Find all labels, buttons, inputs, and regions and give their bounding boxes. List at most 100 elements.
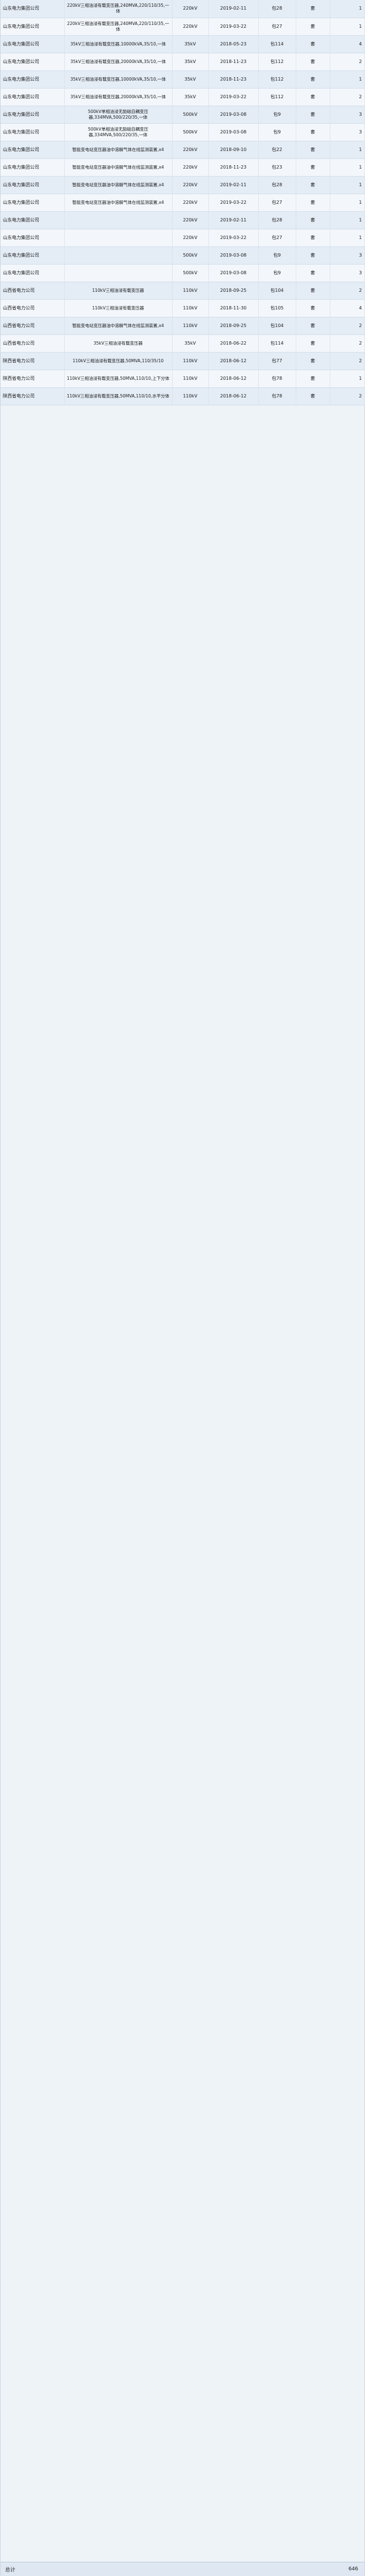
description-cell: 500kV单相油浸无励磁自耦变压器,334MVA,500/220/35,一体	[64, 106, 173, 124]
table-row: 山东电力集团公司 220kV 2019-02-11 包28 套 1	[1, 211, 365, 229]
quantity-cell: 3	[330, 246, 365, 265]
company-cell: 山东电力集团公司	[1, 106, 65, 124]
company-cell: 山东电力集团公司	[1, 264, 65, 282]
quantity-cell: 2	[330, 282, 365, 300]
package-cell: 包104	[258, 317, 296, 335]
table-row: 陕西省电力公司 110kV三相油浸有载变压器,50MVA,110/35/10 110…	[1, 352, 365, 370]
voltage-cell: 110kV	[172, 299, 209, 317]
package-cell: 包28	[258, 0, 296, 18]
date-cell: 2018-06-12	[208, 352, 259, 370]
table-row: 山东电力集团公司 500kV单相油浸无励磁自耦变压器,334MVA,500/220…	[1, 106, 365, 124]
table-row: 山东电力集团公司 35kV三相油浸有载变压器,20000kVA,35/10,一体 3…	[1, 53, 365, 71]
table-row: 山东电力集团公司 35kV三相油浸有载变压器,20000kVA,35/10,一体 3…	[1, 88, 365, 106]
quantity-cell: 1	[330, 229, 365, 247]
table-row: 山东电力集团公司 35kV三相油浸有载变压器,10000kVA,35/10,一体 3…	[1, 70, 365, 89]
date-cell: 2018-06-12	[208, 370, 259, 388]
date-cell: 2019-03-22	[208, 88, 259, 106]
package-cell: 包28	[258, 176, 296, 194]
unit-cell: 套	[296, 299, 330, 317]
unit-cell: 套	[296, 264, 330, 282]
document-page: 山东电力集团公司 220kV三相油浸有载变压器,240MVA,220/110/35…	[0, 0, 365, 2576]
description-cell: 110kV三相油浸有载变压器	[64, 299, 173, 317]
company-cell: 山东电力集团公司	[1, 176, 65, 194]
table-row: 山东电力集团公司 500kV单相油浸无励磁自耦变压器,334MVA,500/220…	[1, 123, 365, 141]
voltage-cell: 35kV	[172, 70, 209, 89]
total-value: 646	[348, 2566, 358, 2572]
unit-cell: 套	[296, 211, 330, 229]
date-cell: 2018-06-22	[208, 334, 259, 353]
description-cell: 智能变电站变压器油中溶解气体在线监测装置,x4	[64, 317, 173, 335]
unit-cell: 套	[296, 317, 330, 335]
description-cell	[64, 211, 173, 229]
table-row: 山东电力集团公司 500kV 2019-03-08 包9 套 3	[1, 264, 365, 282]
table-row: 山东电力集团公司 智能变电站变压器油中溶解气体在线监测装置,x4 220kV 2019…	[1, 176, 365, 194]
company-cell: 山东电力集团公司	[1, 88, 65, 106]
company-cell: 山东电力集团公司	[1, 211, 65, 229]
company-cell: 陕西省电力公司	[1, 370, 65, 388]
unit-cell: 套	[296, 334, 330, 353]
voltage-cell: 220kV	[172, 141, 209, 159]
voltage-cell: 500kV	[172, 246, 209, 265]
description-cell: 35kV三相油浸有载变压器	[64, 334, 173, 353]
date-cell: 2018-06-12	[208, 387, 259, 405]
date-cell: 2018-11-23	[208, 158, 259, 177]
unit-cell: 套	[296, 123, 330, 141]
description-cell: 110kV三相油浸有载变压器,50MVA,110/10,上下分体	[64, 370, 173, 388]
voltage-cell: 220kV	[172, 18, 209, 36]
description-cell	[64, 229, 173, 247]
quantity-cell: 1	[330, 158, 365, 177]
date-cell: 2019-02-11	[208, 176, 259, 194]
package-cell: 包112	[258, 70, 296, 89]
unit-cell: 套	[296, 0, 330, 18]
company-cell: 山东电力集团公司	[1, 0, 65, 18]
company-cell: 山东电力集团公司	[1, 35, 65, 53]
quantity-cell: 1	[330, 18, 365, 36]
date-cell: 2019-02-11	[208, 211, 259, 229]
company-cell: 山西省电力公司	[1, 317, 65, 335]
quantity-cell: 3	[330, 106, 365, 124]
quantity-cell: 2	[330, 387, 365, 405]
quantity-cell: 3	[330, 123, 365, 141]
date-cell: 2018-11-23	[208, 70, 259, 89]
quantity-cell: 2	[330, 352, 365, 370]
equipment-table: 山东电力集团公司 220kV三相油浸有载变压器,240MVA,220/110/35…	[1, 0, 365, 405]
unit-cell: 套	[296, 176, 330, 194]
quantity-cell: 3	[330, 264, 365, 282]
unit-cell: 套	[296, 194, 330, 212]
unit-cell: 套	[296, 141, 330, 159]
voltage-cell: 110kV	[172, 387, 209, 405]
quantity-cell: 2	[330, 88, 365, 106]
quantity-cell: 2	[330, 317, 365, 335]
company-cell: 山东电力集团公司	[1, 141, 65, 159]
package-cell: 包9	[258, 106, 296, 124]
description-cell: 110kV三相油浸有载变压器,50MVA,110/35/10	[64, 352, 173, 370]
package-cell: 包9	[258, 264, 296, 282]
date-cell: 2019-03-08	[208, 246, 259, 265]
description-cell: 220kV三相油浸有载变压器,240MVA,220/110/35,一体	[64, 18, 173, 36]
date-cell: 2018-05-23	[208, 35, 259, 53]
description-cell	[64, 264, 173, 282]
voltage-cell: 110kV	[172, 370, 209, 388]
package-cell: 包27	[258, 194, 296, 212]
table-body: 山东电力集团公司 220kV三相油浸有载变压器,240MVA,220/110/35…	[1, 0, 365, 405]
table-row: 山东电力集团公司 500kV 2019-03-08 包9 套 3	[1, 246, 365, 265]
date-cell: 2019-03-22	[208, 18, 259, 36]
unit-cell: 套	[296, 352, 330, 370]
package-cell: 包28	[258, 211, 296, 229]
total-label: 总计	[5, 2567, 16, 2573]
package-cell: 包23	[258, 158, 296, 177]
unit-cell: 套	[296, 18, 330, 36]
table-row: 山东电力集团公司 智能变电站变压器油中溶解气体在线监测装置,x4 220kV 2018…	[1, 141, 365, 159]
voltage-cell: 110kV	[172, 352, 209, 370]
date-cell: 2018-11-23	[208, 53, 259, 71]
package-cell: 包77	[258, 352, 296, 370]
quantity-cell: 1	[330, 370, 365, 388]
quantity-cell: 4	[330, 35, 365, 53]
package-cell: 包27	[258, 229, 296, 247]
table-row: 陕西省电力公司 110kV三相油浸有载变压器,50MVA,110/10,上下分体 1…	[1, 370, 365, 388]
description-cell: 35kV三相油浸有载变压器,20000kVA,35/10,一体	[64, 53, 173, 71]
date-cell: 2019-03-22	[208, 194, 259, 212]
package-cell: 包78	[258, 387, 296, 405]
voltage-cell: 500kV	[172, 123, 209, 141]
description-cell: 220kV三相油浸有载变压器,240MVA,220/110/35,一体	[64, 0, 173, 18]
